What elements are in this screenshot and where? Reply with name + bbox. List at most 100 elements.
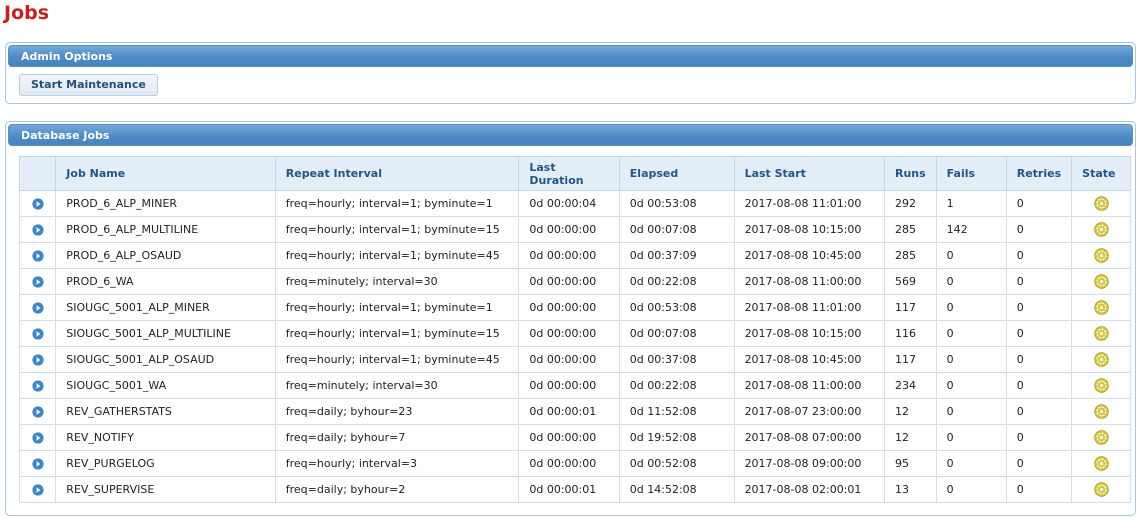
- runs-cell: 292: [883, 190, 937, 217]
- play-circle-icon[interactable]: [32, 406, 44, 418]
- state-cell: [1071, 190, 1131, 217]
- job-name-cell: REV_GATHERSTATS: [55, 398, 276, 425]
- state-cell: [1071, 398, 1131, 425]
- job-name-cell: PROD_6_ALP_MULTILINE: [55, 216, 276, 243]
- last-duration-cell: 0d 00:00:01: [518, 476, 620, 503]
- fails-cell: 0: [935, 346, 1007, 373]
- retries-cell: 0: [1005, 216, 1073, 243]
- retries-cell: 0: [1005, 268, 1073, 295]
- state-cell: [1071, 294, 1131, 321]
- jobs-table: Job Name Repeat Interval Last Duration E…: [18, 156, 1131, 503]
- play-circle-icon[interactable]: [32, 198, 44, 210]
- runs-cell: 569: [883, 268, 937, 295]
- state-cell: [1071, 320, 1131, 347]
- elapsed-cell: 0d 00:53:08: [618, 190, 735, 217]
- fails-cell: 0: [935, 424, 1007, 451]
- last-duration-cell: 0d 00:00:00: [518, 372, 620, 399]
- column-header-repeat-interval[interactable]: Repeat Interval: [274, 156, 520, 191]
- last-start-cell: 2017-08-08 10:15:00: [733, 320, 885, 347]
- elapsed-cell: 0d 00:52:08: [618, 450, 735, 477]
- last-duration-cell: 0d 00:00:04: [518, 190, 620, 217]
- column-header-last-duration[interactable]: Last Duration: [518, 156, 620, 191]
- state-status-icon: [1093, 404, 1109, 419]
- runs-cell: 116: [883, 320, 937, 347]
- column-header-job-name[interactable]: Job Name: [55, 156, 276, 191]
- elapsed-cell: 0d 00:53:08: [618, 294, 735, 321]
- fails-cell: 142: [935, 216, 1007, 243]
- last-duration-cell: 0d 00:00:00: [518, 242, 620, 269]
- table-row: PROD_6_WA freq=minutely; interval=30 0d …: [18, 268, 1131, 295]
- table-row: SIOUGC_5001_ALP_MULTILINE freq=hourly; i…: [18, 320, 1131, 347]
- table-row: PROD_6_ALP_OSAUD freq=hourly; interval=1…: [18, 242, 1131, 269]
- repeat-interval-cell: freq=hourly; interval=1; byminute=1: [274, 294, 520, 321]
- column-header-fails[interactable]: Fails: [935, 156, 1007, 191]
- repeat-interval-cell: freq=hourly; interval=3: [274, 450, 520, 477]
- state-cell: [1071, 242, 1131, 269]
- play-circle-icon[interactable]: [32, 250, 44, 262]
- column-header-retries[interactable]: Retries: [1005, 156, 1073, 191]
- state-cell: [1071, 216, 1131, 243]
- state-status-icon: [1093, 326, 1109, 341]
- last-start-cell: 2017-08-07 23:00:00: [733, 398, 885, 425]
- table-row: REV_PURGELOG freq=hourly; interval=3 0d …: [18, 450, 1131, 477]
- jobs-table-body: PROD_6_ALP_MINER freq=hourly; interval=1…: [18, 190, 1131, 503]
- last-start-cell: 2017-08-08 07:00:00: [733, 424, 885, 451]
- column-header-last-start[interactable]: Last Start: [733, 156, 885, 191]
- row-action-cell: [18, 346, 57, 373]
- database-jobs-header: Database Jobs: [8, 124, 1133, 146]
- play-circle-icon[interactable]: [32, 458, 44, 470]
- play-circle-icon[interactable]: [32, 380, 44, 392]
- job-name-cell: PROD_6_WA: [55, 268, 276, 295]
- table-row: REV_NOTIFY freq=daily; byhour=7 0d 00:00…: [18, 424, 1131, 451]
- last-start-cell: 2017-08-08 11:01:00: [733, 294, 885, 321]
- repeat-interval-cell: freq=hourly; interval=1; byminute=15: [274, 216, 520, 243]
- last-duration-cell: 0d 00:00:00: [518, 268, 620, 295]
- fails-cell: 0: [935, 320, 1007, 347]
- fails-cell: 1: [935, 190, 1007, 217]
- column-header-elapsed[interactable]: Elapsed: [618, 156, 735, 191]
- state-status-icon: [1093, 430, 1109, 445]
- play-circle-icon[interactable]: [32, 354, 44, 366]
- state-status-icon: [1093, 222, 1109, 237]
- retries-cell: 0: [1005, 346, 1073, 373]
- table-row: PROD_6_ALP_MULTILINE freq=hourly; interv…: [18, 216, 1131, 243]
- column-header-runs[interactable]: Runs: [883, 156, 937, 191]
- row-action-cell: [18, 398, 57, 425]
- job-name-cell: SIOUGC_5001_ALP_MULTILINE: [55, 320, 276, 347]
- state-status-icon: [1093, 352, 1109, 367]
- repeat-interval-cell: freq=minutely; interval=30: [274, 372, 520, 399]
- repeat-interval-cell: freq=daily; byhour=23: [274, 398, 520, 425]
- job-name-cell: PROD_6_ALP_OSAUD: [55, 242, 276, 269]
- start-maintenance-button[interactable]: Start Maintenance: [19, 74, 158, 96]
- table-row: SIOUGC_5001_ALP_OSAUD freq=hourly; inter…: [18, 346, 1131, 373]
- elapsed-cell: 0d 00:22:08: [618, 268, 735, 295]
- retries-cell: 0: [1005, 242, 1073, 269]
- row-action-cell: [18, 424, 57, 451]
- play-circle-icon[interactable]: [32, 432, 44, 444]
- play-circle-icon[interactable]: [32, 224, 44, 236]
- repeat-interval-cell: freq=daily; byhour=2: [274, 476, 520, 503]
- job-name-cell: PROD_6_ALP_MINER: [55, 190, 276, 217]
- play-circle-icon[interactable]: [32, 328, 44, 340]
- admin-options-panel: Admin Options Start Maintenance: [5, 42, 1136, 104]
- play-circle-icon[interactable]: [32, 276, 44, 288]
- row-action-cell: [18, 450, 57, 477]
- fails-cell: 0: [935, 398, 1007, 425]
- fails-cell: 0: [935, 450, 1007, 477]
- column-header-state[interactable]: State: [1071, 156, 1131, 191]
- state-cell: [1071, 424, 1131, 451]
- retries-cell: 0: [1005, 450, 1073, 477]
- elapsed-cell: 0d 19:52:08: [618, 424, 735, 451]
- retries-cell: 0: [1005, 372, 1073, 399]
- last-duration-cell: 0d 00:00:00: [518, 450, 620, 477]
- play-circle-icon[interactable]: [32, 302, 44, 314]
- row-action-cell: [18, 190, 57, 217]
- row-action-cell: [18, 476, 57, 503]
- elapsed-cell: 0d 00:22:08: [618, 372, 735, 399]
- admin-options-header: Admin Options: [8, 45, 1133, 67]
- play-circle-icon[interactable]: [32, 484, 44, 496]
- row-action-cell: [18, 268, 57, 295]
- last-duration-cell: 0d 00:00:00: [518, 424, 620, 451]
- fails-cell: 0: [935, 268, 1007, 295]
- elapsed-cell: 0d 00:07:08: [618, 216, 735, 243]
